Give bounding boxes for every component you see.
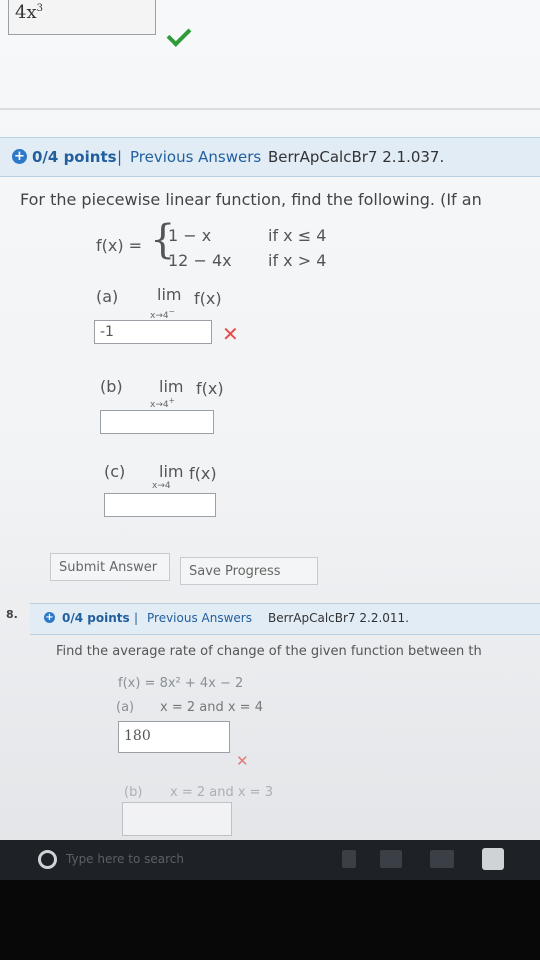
piece2-condition: if x > 4 (268, 251, 327, 270)
taskbar-search[interactable]: Type here to search (66, 852, 184, 866)
part-a-func: f(x) (194, 289, 222, 308)
q7-points: 0/4 points (32, 148, 117, 166)
q7-question-code: BerrApCalcBr7 2.1.037. (268, 148, 445, 166)
piece2-expression: 12 − 4x (168, 251, 232, 270)
part-b-label: (b) (100, 377, 123, 396)
q8-points: 0/4 points (62, 611, 130, 625)
q8-part-b-label: (b) (124, 785, 143, 800)
part-b-func: f(x) (196, 379, 224, 398)
store-icon[interactable] (482, 848, 504, 870)
part-b-subscript: x→4+ (150, 396, 175, 410)
mic-icon[interactable] (342, 850, 356, 868)
part-a-subscript: x→4− (150, 307, 175, 321)
expand-plus-icon[interactable]: + (12, 149, 27, 164)
q7-previous-answers-link[interactable]: Previous Answers (130, 148, 261, 166)
piece1-expression: 1 − x (168, 226, 212, 245)
q8-previous-answers-link[interactable]: Previous Answers (147, 611, 252, 625)
expand-plus-icon[interactable]: + (44, 612, 55, 623)
piece1-condition: if x ≤ 4 (268, 226, 327, 245)
part-a-label: (a) (96, 287, 119, 306)
q8-part-a-input[interactable]: 180 (118, 721, 230, 753)
part-a-input[interactable]: -1 (94, 320, 212, 344)
q8-part-b-condition: x = 2 and x = 3 (170, 785, 273, 800)
cortana-search-icon[interactable] (38, 850, 57, 869)
part-c-func: f(x) (189, 464, 217, 483)
taskbar: Type here to search (0, 840, 540, 880)
x-icon: ✕ (222, 322, 239, 346)
function-label: f(x) = (96, 236, 143, 255)
check-icon (166, 22, 192, 47)
part-a-lim: lim (157, 285, 182, 304)
part-c-lim: lim (159, 462, 184, 481)
folder-icon[interactable] (430, 850, 454, 868)
task-view-icon[interactable] (380, 850, 402, 868)
part-b-input[interactable] (100, 410, 214, 434)
q8-part-a-label: (a) (116, 700, 135, 715)
part-c-label: (c) (104, 462, 126, 481)
save-progress-button[interactable]: Save Progress (180, 557, 318, 585)
part-b-lim: lim (159, 377, 184, 396)
q8-part-a-condition: x = 2 and x = 4 (160, 700, 263, 715)
q8-header: + 0/4 points | Previous Answers BerrApCa… (30, 603, 540, 635)
browser-content: 4x3 + 0/4 points | Previous Answers Berr… (0, 0, 540, 850)
monitor-bezel (0, 880, 540, 960)
q8-prompt: Find the average rate of change of the g… (56, 644, 482, 659)
header-separator: | (117, 148, 123, 166)
q8-question-code: BerrApCalcBr7 2.2.011. (268, 611, 409, 625)
submit-answer-button[interactable]: Submit Answer (50, 553, 170, 581)
prev-answer-box[interactable]: 4x3 (8, 0, 156, 35)
q8-number: 8. (6, 608, 18, 621)
q7-prompt: For the piecewise linear function, find … (20, 190, 482, 209)
q7-header: + 0/4 points | Previous Answers BerrApCa… (0, 137, 540, 177)
prev-answer-value: 4x3 (15, 2, 43, 23)
q8-part-b-input[interactable] (122, 802, 232, 836)
header-separator: | (134, 611, 139, 625)
q8-function: f(x) = 8x² + 4x − 2 (118, 676, 244, 691)
part-c-input[interactable] (104, 493, 216, 517)
question-divider (0, 108, 540, 110)
part-c-subscript: x→4 (152, 481, 171, 491)
x-icon: ✕ (236, 752, 249, 770)
